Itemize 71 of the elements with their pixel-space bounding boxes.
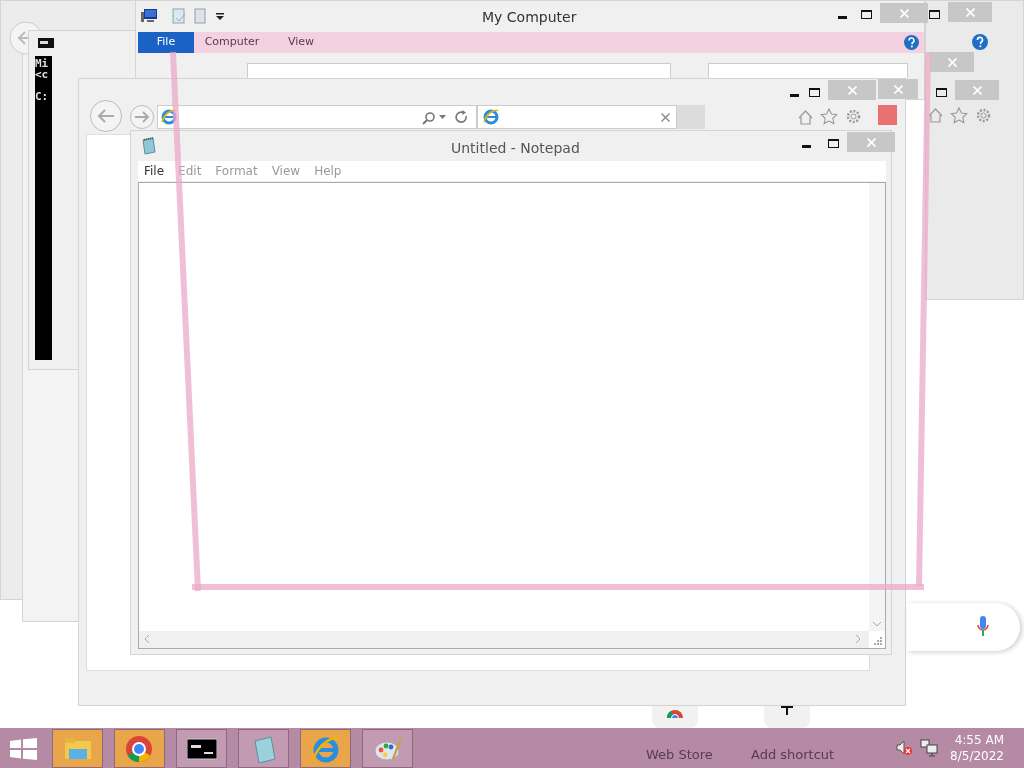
- maximize-icon: [827, 138, 839, 148]
- shortcut-tile[interactable]: [652, 706, 698, 728]
- shortcut-tile[interactable]: [764, 706, 810, 728]
- scrollbar[interactable]: [869, 183, 885, 631]
- minimize-icon: [789, 93, 799, 97]
- network-icon[interactable]: [920, 739, 938, 757]
- close-button[interactable]: [660, 112, 670, 122]
- computer-icon: [141, 9, 157, 22]
- close-button[interactable]: [878, 79, 918, 99]
- maximize-icon: [860, 9, 872, 19]
- microphone-icon[interactable]: [976, 615, 990, 639]
- clock-date: 8/5/2022: [950, 748, 1004, 764]
- settings-icon[interactable]: [975, 107, 992, 124]
- shortcut-label[interactable]: Web Store: [646, 745, 713, 765]
- notepad-icon: [141, 137, 157, 155]
- forward-icon[interactable]: [129, 104, 155, 130]
- chrome-icon: [124, 734, 155, 763]
- browser-icon: [483, 109, 499, 125]
- close-icon: [847, 85, 857, 95]
- minimize-icon: [837, 15, 847, 19]
- maximize-icon: [935, 87, 947, 97]
- search-icon[interactable]: [422, 111, 436, 125]
- taskbar-button[interactable]: [176, 729, 227, 768]
- drive-icon[interactable]: [194, 8, 206, 24]
- console-text: Mi: [35, 58, 50, 69]
- search-field[interactable]: [708, 63, 908, 78]
- muted-speaker-icon[interactable]: [896, 740, 912, 756]
- properties-icon[interactable]: [172, 8, 186, 24]
- shortcut-label[interactable]: Add shortcut: [751, 745, 835, 765]
- settings-icon[interactable]: [845, 108, 862, 125]
- star-icon[interactable]: [820, 108, 838, 125]
- search-field[interactable]: [907, 603, 1020, 651]
- resize-grip-icon[interactable]: [873, 636, 883, 646]
- close-icon: [965, 7, 975, 17]
- menu-item[interactable]: File: [144, 161, 165, 181]
- window-title: Untitled - Notepad: [451, 139, 580, 158]
- scroll-right-icon[interactable]: [856, 635, 861, 643]
- maximize-icon: [928, 9, 940, 19]
- close-icon: [899, 8, 909, 18]
- ribbon-tab[interactable]: View: [274, 32, 328, 53]
- browser-icon: [310, 734, 341, 763]
- address-field[interactable]: [247, 63, 671, 78]
- close-icon: [893, 84, 903, 94]
- console-text: <c: [35, 69, 50, 80]
- dropdown-icon[interactable]: [216, 13, 224, 20]
- start-icon[interactable]: [10, 738, 37, 760]
- close-icon: [866, 137, 876, 147]
- home-icon[interactable]: [797, 109, 814, 126]
- console-text: C:: [35, 91, 50, 102]
- refresh-icon[interactable]: [455, 110, 468, 124]
- help-icon[interactable]: [972, 34, 988, 50]
- ribbon-tab[interactable]: File: [138, 32, 194, 53]
- caret-icon[interactable]: [439, 115, 446, 120]
- scroll-left-icon[interactable]: [145, 635, 150, 643]
- console-icon: [38, 38, 54, 48]
- window-title: My Computer: [482, 8, 577, 27]
- ribbon-tab[interactable]: Computer: [194, 32, 270, 53]
- scroll-down-icon[interactable]: [873, 622, 881, 627]
- scrollbar[interactable]: [139, 631, 869, 648]
- home-icon[interactable]: [927, 107, 944, 124]
- star-icon[interactable]: [950, 107, 968, 124]
- close-icon: [947, 57, 957, 67]
- address-field[interactable]: [157, 105, 477, 129]
- close-icon: [972, 85, 982, 95]
- help-icon[interactable]: [904, 35, 919, 50]
- maximize-icon: [808, 87, 820, 97]
- minimize-icon: [801, 144, 811, 148]
- browser-tab[interactable]: [477, 105, 677, 129]
- clock[interactable]: 4:55 AM 8/5/2022: [948, 732, 1004, 764]
- clock-time: 4:55 AM: [954, 732, 1004, 748]
- plus-icon[interactable]: [781, 706, 793, 715]
